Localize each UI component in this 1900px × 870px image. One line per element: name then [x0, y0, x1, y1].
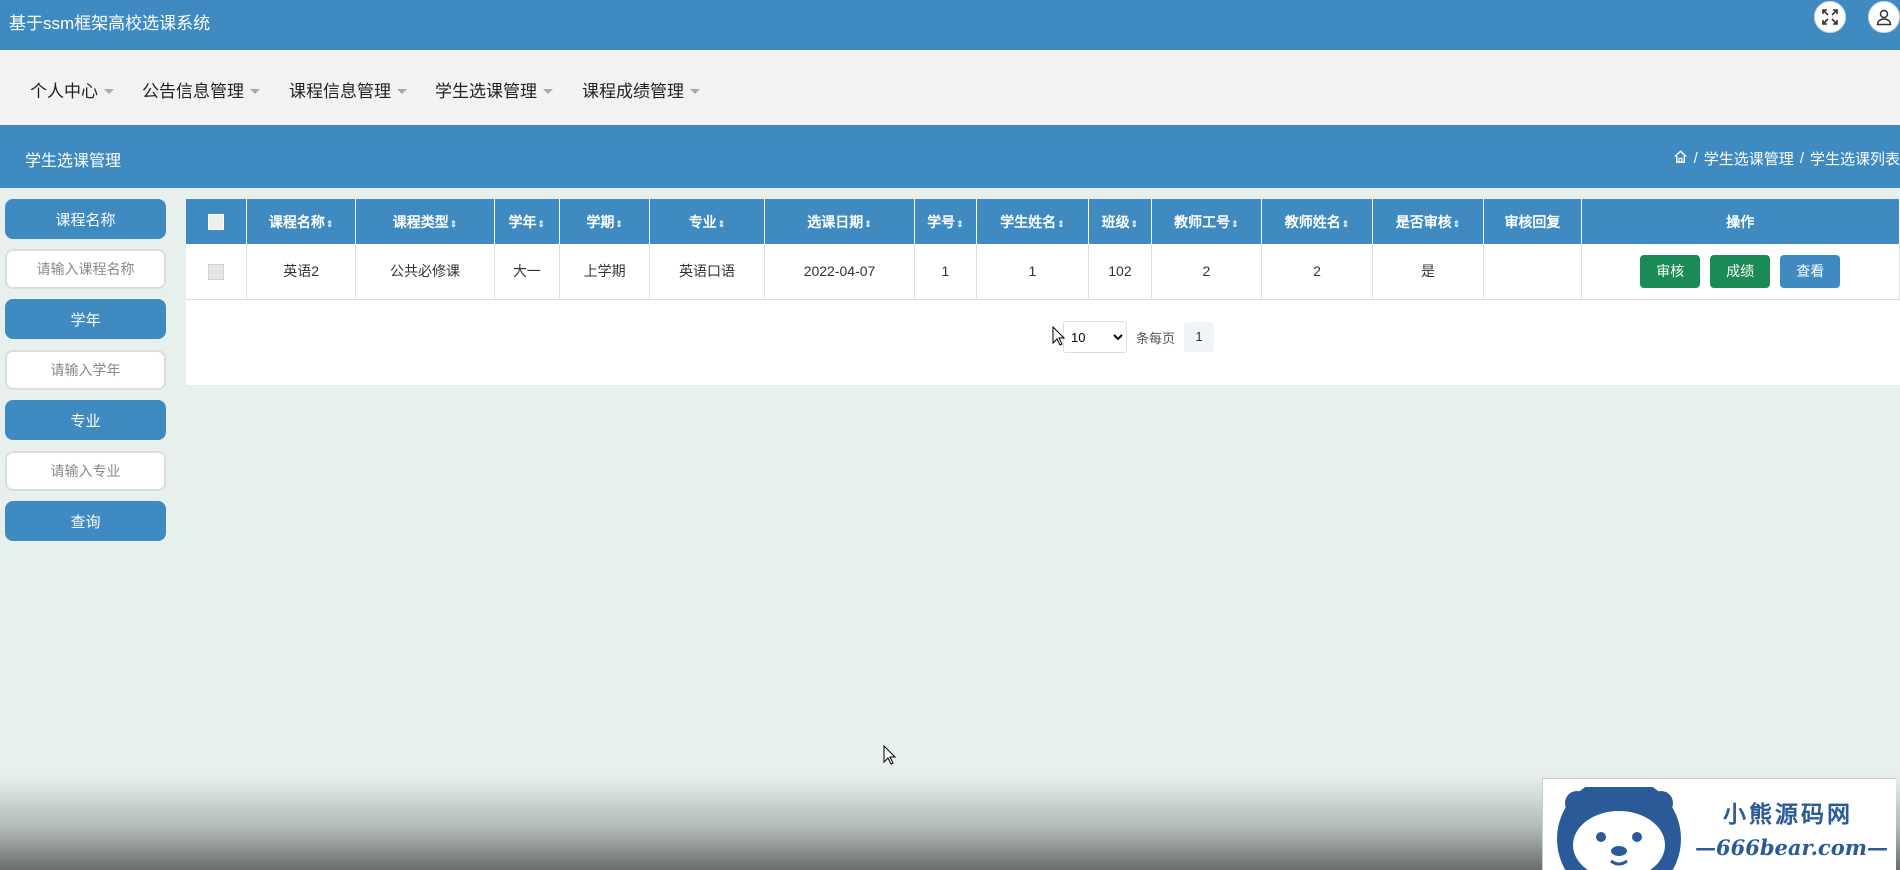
nav-item-course-selection-management[interactable]: 学生选课管理 [435, 77, 553, 102]
user-menu-button[interactable] [1868, 1, 1900, 33]
breadcrumb-separator: / [1799, 150, 1804, 167]
watermark-url-text: —666bear.com— [1695, 835, 1888, 860]
column-header-semester[interactable]: 学期⇕ [559, 199, 651, 244]
cell-actions: 审核 成绩 查看 [1581, 244, 1900, 300]
breadcrumb-course-selection[interactable]: 学生选课管理 [1704, 148, 1794, 169]
cell-audited: 是 [1372, 244, 1485, 300]
cell-student-name: 1 [976, 244, 1090, 300]
row-checkbox[interactable] [207, 263, 224, 280]
nav-item-grade-management[interactable]: 课程成绩管理 [582, 77, 700, 102]
cell-teacher-name: 2 [1261, 244, 1373, 300]
table-row: 英语2 公共必修课 大一 上学期 英语口语 2022-04-07 1 1 102… [186, 244, 1900, 300]
page-size-select[interactable]: 102050100 [1063, 321, 1127, 353]
view-button[interactable]: 查看 [1780, 254, 1841, 288]
watermark-cn-text: 小熊源码网 [1723, 801, 1853, 828]
column-header-audited[interactable]: 是否审核⇕ [1372, 199, 1485, 244]
pagination: 102050100 条每页 1 [1063, 321, 1215, 353]
cell-date: 2022-04-07 [764, 244, 916, 300]
fullscreen-button[interactable] [1814, 1, 1846, 33]
select-all-cell [186, 199, 247, 244]
cell-major: 英语口语 [649, 244, 765, 300]
home-icon[interactable] [1673, 149, 1688, 168]
column-header-teacher-name[interactable]: 教师姓名⇕ [1261, 199, 1373, 244]
column-header-student-no[interactable]: 学号⇕ [914, 199, 977, 244]
course-name-input[interactable] [5, 249, 166, 289]
breadcrumb-selection-list: 学生选课列表 [1809, 151, 1900, 168]
sort-icon: ⇕ [1341, 218, 1350, 229]
grade-button[interactable]: 成绩 [1710, 254, 1771, 288]
cell-course-name: 英语2 [246, 244, 357, 300]
list-panel: 课程名称⇕ 课程类型⇕ 学年⇕ 学期⇕ 专业⇕ 选课日期⇕ 学号⇕ 学生姓名⇕ … [186, 199, 1900, 385]
sort-icon: ⇕ [537, 218, 546, 229]
caret-down-icon [543, 89, 553, 94]
major-label: 专业 [5, 400, 166, 440]
nav-item-course-management[interactable]: 课程信息管理 [289, 77, 407, 102]
bear-logo-icon [1557, 787, 1681, 870]
caret-down-icon [250, 89, 260, 94]
app-title: 基于ssm框架高校选课系统 [9, 14, 211, 33]
sort-icon: ⇕ [864, 218, 872, 229]
sort-icon: ⇕ [325, 218, 334, 229]
column-header-course-name[interactable]: 课程名称⇕ [246, 199, 357, 244]
select-all-checkbox[interactable] [207, 214, 224, 231]
nav-item-label: 公告信息管理 [142, 82, 244, 101]
cell-course-type: 公共必修课 [355, 244, 495, 300]
page-number-current[interactable]: 1 [1184, 322, 1215, 352]
nav-item-label: 学生选课管理 [435, 82, 537, 101]
cell-audit-reply [1483, 244, 1582, 300]
column-header-date[interactable]: 选课日期⇕ [764, 199, 916, 244]
per-page-label: 条每页 [1136, 330, 1176, 346]
nav-item-personal-center[interactable]: 个人中心 [30, 77, 114, 102]
year-label: 学年 [5, 299, 166, 339]
cell-teacher-no: 2 [1151, 244, 1263, 300]
nav-item-label: 课程成绩管理 [582, 82, 684, 101]
column-header-actions: 操作 [1581, 199, 1900, 244]
table-header-row: 课程名称⇕ 课程类型⇕ 学年⇕ 学期⇕ 专业⇕ 选课日期⇕ 学号⇕ 学生姓名⇕ … [186, 199, 1900, 244]
column-header-year[interactable]: 学年⇕ [494, 199, 561, 244]
audit-button[interactable]: 审核 [1640, 254, 1701, 288]
breadcrumb-separator: / [1693, 150, 1698, 167]
column-header-audit-reply: 审核回复 [1483, 199, 1582, 244]
course-name-label: 课程名称 [5, 199, 166, 239]
cell-semester: 上学期 [559, 244, 651, 300]
page-header: 学生选课管理 / 学生选课管理 / 学生选课列表 [0, 125, 1900, 188]
caret-down-icon [104, 89, 114, 94]
nav-item-label: 个人中心 [30, 82, 98, 101]
sort-icon: ⇕ [449, 218, 458, 229]
course-selection-table: 课程名称⇕ 课程类型⇕ 学年⇕ 学期⇕ 专业⇕ 选课日期⇕ 学号⇕ 学生姓名⇕ … [186, 199, 1900, 300]
column-header-course-type[interactable]: 课程类型⇕ [355, 199, 495, 244]
column-header-teacher-no[interactable]: 教师工号⇕ [1151, 199, 1263, 244]
cell-student-no: 1 [914, 244, 977, 300]
mouse-cursor-icon [883, 745, 897, 765]
query-button[interactable]: 查询 [5, 501, 166, 541]
sort-icon: ⇕ [1231, 218, 1239, 229]
watermark: 小熊源码网 —666bear.com— [1542, 778, 1896, 870]
row-select-cell [186, 244, 247, 300]
page-title: 学生选课管理 [25, 153, 122, 170]
sort-icon: ⇕ [615, 218, 623, 229]
major-input[interactable] [5, 451, 166, 491]
sort-icon: ⇕ [717, 218, 726, 229]
nav-item-notice-management[interactable]: 公告信息管理 [142, 77, 260, 102]
caret-down-icon [690, 89, 700, 94]
cell-class: 102 [1088, 244, 1152, 300]
sort-icon: ⇕ [1130, 218, 1139, 229]
mouse-cursor-icon [1052, 326, 1066, 346]
top-bar: 基于ssm框架高校选课系统 [0, 0, 1900, 50]
caret-down-icon [397, 89, 407, 94]
main-nav: 个人中心 公告信息管理 课程信息管理 学生选课管理 课程成绩管理 [0, 50, 1900, 125]
sort-icon: ⇕ [1452, 218, 1461, 229]
nav-item-label: 课程信息管理 [289, 82, 391, 101]
column-header-major[interactable]: 专业⇕ [649, 199, 765, 244]
breadcrumb: / 学生选课管理 / 学生选课列表 [1673, 148, 1900, 169]
sort-icon: ⇕ [956, 218, 964, 229]
column-header-class[interactable]: 班级⇕ [1088, 199, 1152, 244]
column-header-student-name[interactable]: 学生姓名⇕ [976, 199, 1090, 244]
sort-icon: ⇕ [1057, 218, 1065, 229]
cell-year: 大一 [494, 244, 561, 300]
year-input[interactable] [5, 350, 166, 390]
